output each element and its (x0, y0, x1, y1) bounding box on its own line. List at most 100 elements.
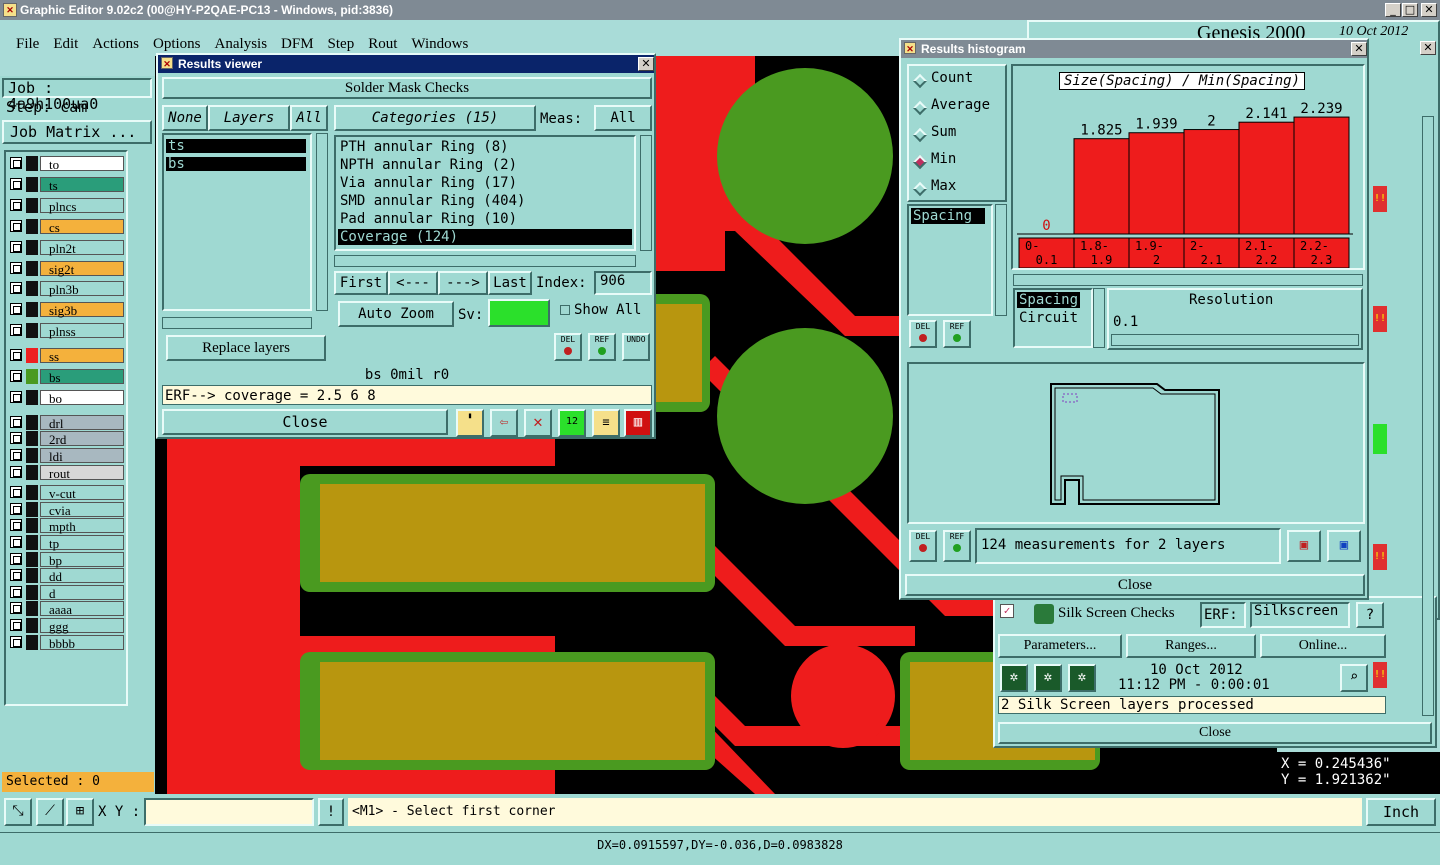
exit-icon[interactable]: ⇦ (490, 409, 518, 437)
del-button[interactable]: DEL (554, 333, 582, 361)
xy-input[interactable] (144, 798, 314, 826)
silk-help-button[interactable]: ? (1356, 602, 1384, 628)
next-button[interactable]: ---> (438, 271, 488, 295)
replace-layers-button[interactable]: Replace layers (166, 335, 326, 361)
layer-name[interactable]: 2rd (40, 431, 124, 447)
layer-name[interactable]: to (40, 156, 124, 172)
histogram-bar[interactable] (1128, 132, 1185, 235)
layer-name[interactable]: ldi (40, 448, 124, 464)
layer-row-cvia[interactable]: cvia (8, 501, 124, 518)
layer-color-swatch[interactable] (26, 369, 38, 384)
run-icon-3[interactable]: ✲ (1068, 664, 1096, 692)
preview-ref-button[interactable]: REF (943, 530, 971, 562)
layer-name[interactable]: ggg (40, 618, 124, 634)
layer-row-sig3b[interactable]: sig3b (8, 302, 124, 318)
run-icon-2[interactable]: ✲ (1034, 664, 1062, 692)
histogram-icon[interactable]: ▥ (624, 409, 652, 437)
layer-color-swatch[interactable] (26, 518, 38, 534)
histogram-bar[interactable] (1293, 116, 1350, 235)
layer-name[interactable]: bo (40, 389, 124, 406)
layer-color-swatch[interactable] (26, 281, 38, 297)
layer-row-bs[interactable]: bs (8, 369, 124, 385)
report-icon[interactable]: ≡ (592, 409, 620, 437)
genesis-close-button[interactable]: ✕ (1420, 41, 1436, 55)
layer-color-swatch[interactable] (26, 323, 38, 339)
snap-tool-icon[interactable]: ⤡ (4, 798, 32, 826)
chart-hscroll[interactable] (1013, 274, 1363, 286)
layer-row-pln2t[interactable]: pln2t (8, 239, 124, 256)
silk-close-button[interactable]: Close (998, 722, 1432, 744)
meas-dropdown[interactable]: All (594, 105, 652, 131)
layer-checkbox[interactable] (10, 449, 22, 461)
layer-checkbox[interactable] (10, 552, 22, 565)
silk-erf-value[interactable]: Silkscreen (1250, 602, 1350, 628)
layer-color-swatch[interactable] (26, 501, 38, 517)
layer-checkbox[interactable] (10, 349, 22, 362)
online-button[interactable]: Online... (1260, 634, 1386, 658)
circuit-item[interactable]: Circuit (1019, 310, 1078, 326)
layer-checkbox[interactable] (10, 198, 22, 211)
category-item[interactable]: Coverage (124) (338, 229, 632, 245)
grid-tool-icon[interactable]: ⊞ (66, 798, 94, 826)
layer-name[interactable]: pln3b (40, 281, 124, 297)
layer-row-to[interactable]: to (8, 156, 124, 172)
layer-checkbox[interactable] (10, 486, 22, 499)
layer-name[interactable]: plncs (40, 197, 124, 214)
menu-file[interactable]: File (16, 36, 39, 56)
layer-color-swatch[interactable] (26, 601, 38, 617)
layer-checkbox[interactable] (10, 585, 22, 598)
layer-color-swatch[interactable] (26, 535, 38, 550)
result-layer-item[interactable]: bs (166, 157, 306, 171)
layer-checkbox[interactable] (10, 519, 22, 532)
layer-color-swatch[interactable] (26, 414, 38, 430)
layer-color-swatch[interactable] (26, 176, 38, 192)
layer-checkbox[interactable] (10, 432, 22, 445)
results-viewer-close-button[interactable]: Close (162, 409, 448, 435)
layer-checkbox[interactable] (10, 619, 22, 631)
show-all-checkbox[interactable] (560, 305, 570, 315)
layer-color-swatch[interactable] (26, 464, 38, 480)
layer-row-plnss[interactable]: plnss (8, 323, 124, 339)
ref-button[interactable]: REF (588, 333, 616, 361)
layer-checkbox[interactable] (10, 370, 22, 382)
layer-color-swatch[interactable] (26, 431, 38, 447)
layer-row-d[interactable]: d (8, 584, 124, 601)
category-list-hscroll[interactable] (334, 255, 636, 267)
layer-row-pln3b[interactable]: pln3b (8, 281, 124, 297)
layer-row-ggg[interactable]: ggg (8, 618, 124, 634)
layer-checkbox[interactable] (10, 219, 22, 232)
auto-zoom-button[interactable]: Auto Zoom (338, 301, 454, 327)
layer-name[interactable]: d (40, 584, 124, 601)
layer-color-swatch[interactable] (26, 348, 38, 364)
layer-color-swatch[interactable] (26, 260, 38, 276)
layer-row-ss[interactable]: ss (8, 348, 124, 364)
sv-color-dropdown[interactable] (488, 299, 550, 327)
close-window-button[interactable]: ✕ (1421, 3, 1437, 17)
layer-checkbox[interactable] (10, 635, 22, 648)
spacing-item[interactable]: Spacing (1017, 292, 1081, 308)
run-icon-1[interactable]: ✲ (1000, 664, 1028, 692)
number-icon[interactable]: 12 (558, 409, 586, 437)
measure-list-item[interactable]: Spacing (911, 208, 985, 224)
histogram-bar[interactable] (1073, 138, 1130, 235)
layer-list-scrollbar[interactable] (316, 133, 328, 311)
highlight-icon[interactable]: ▮ (456, 409, 484, 437)
spacing-scroll[interactable] (1093, 288, 1105, 348)
histogram-ref-button[interactable]: REF (943, 320, 971, 348)
layer-color-swatch[interactable] (26, 634, 38, 650)
layer-name[interactable]: ts (40, 176, 124, 193)
layer-row-bbbb[interactable]: bbbb (8, 634, 124, 651)
layer-color-swatch[interactable] (26, 618, 38, 633)
categories-button[interactable]: Categories (15) (334, 105, 536, 131)
prev-button[interactable]: <--- (388, 271, 438, 295)
layer-name[interactable]: rout (40, 464, 124, 481)
layer-row-mpth[interactable]: mpth (8, 518, 124, 534)
results-viewer-close-x[interactable]: ✕ (638, 57, 654, 71)
ranges-button[interactable]: Ranges... (1126, 634, 1256, 658)
layer-color-swatch[interactable] (26, 551, 38, 567)
layer-name[interactable]: mpth (40, 518, 124, 534)
layer-color-swatch[interactable] (26, 584, 38, 600)
layer-name[interactable]: plnss (40, 323, 124, 339)
layer-row-ldi[interactable]: ldi (8, 448, 124, 464)
layer-checkbox[interactable] (10, 157, 22, 169)
